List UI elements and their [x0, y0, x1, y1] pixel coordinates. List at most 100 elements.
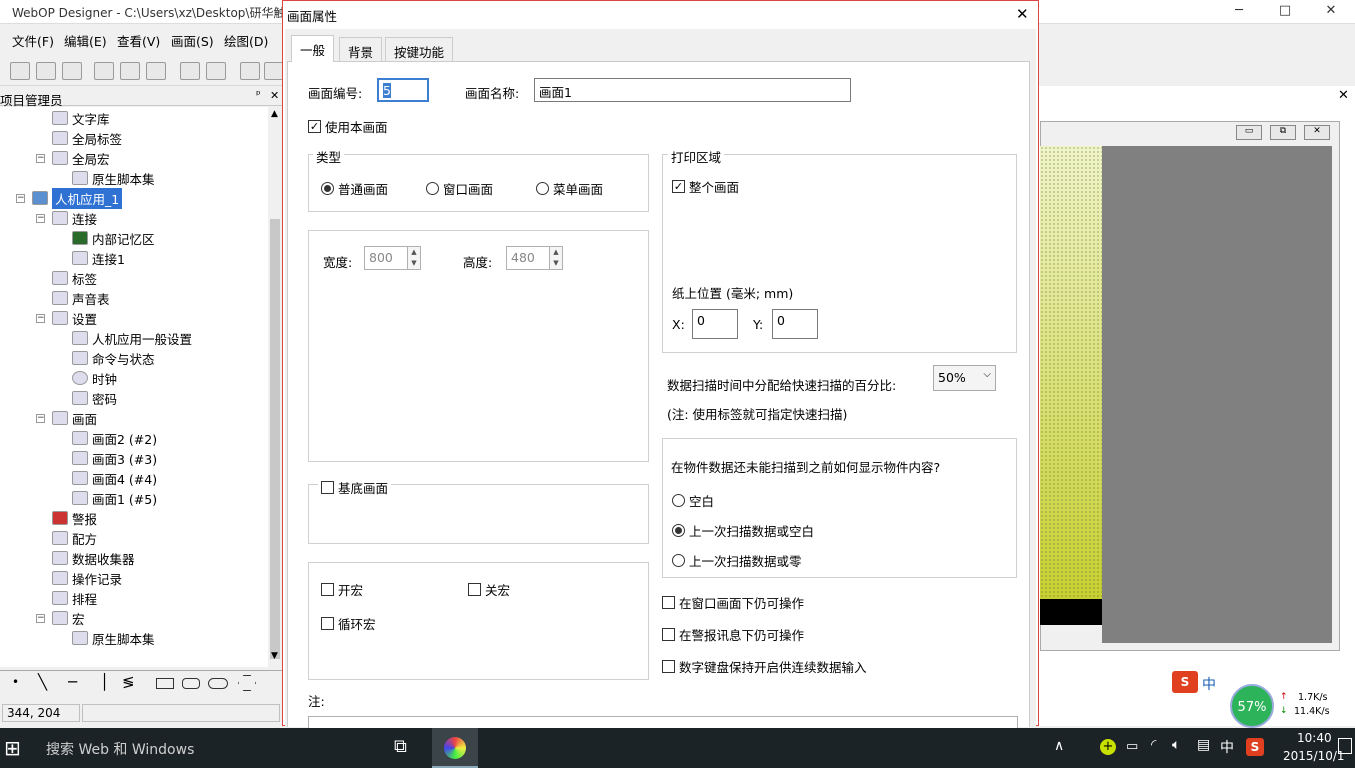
- sogou-ime-icon[interactable]: S: [1172, 671, 1198, 693]
- y-input[interactable]: 0: [772, 309, 818, 339]
- close-button[interactable]: ✕: [1308, 0, 1354, 24]
- ellipse-tool-icon[interactable]: [208, 678, 228, 689]
- design-close-icon[interactable]: ✕: [1338, 88, 1349, 103]
- tree-node[interactable]: 人机应用一般设置: [72, 328, 192, 348]
- cut-icon[interactable]: [94, 62, 114, 80]
- save-icon[interactable]: [62, 62, 82, 80]
- open-macro-checkbox[interactable]: 开宏: [321, 580, 363, 599]
- tree-node[interactable]: 警报: [52, 508, 97, 528]
- menu-view[interactable]: 查看(V): [117, 31, 160, 50]
- collapse-toggle[interactable]: −: [36, 414, 45, 423]
- base-screen-checkbox[interactable]: 基底画面: [318, 478, 392, 497]
- close-macro-checkbox[interactable]: 关宏: [468, 580, 510, 599]
- tree-node[interactable]: 画面1 (#5): [72, 488, 157, 508]
- operate-under-alarm-checkbox[interactable]: 在警报讯息下仍可操作: [662, 625, 804, 644]
- keep-keypad-open-checkbox[interactable]: 数字键盘保持开启供连续数据输入: [662, 657, 867, 676]
- tree-node[interactable]: 画面3 (#3): [72, 448, 157, 468]
- width-spinner[interactable]: ▲ ▼: [407, 246, 421, 270]
- battery-icon[interactable]: ▭: [1126, 739, 1138, 754]
- width-input[interactable]: 800: [364, 246, 408, 270]
- tree-scrollbar[interactable]: ▲ ▼: [268, 107, 282, 667]
- minimize-button[interactable]: ─: [1216, 0, 1262, 24]
- scan-percent-select[interactable]: 50% ⌵: [933, 365, 996, 391]
- menu-file[interactable]: 文件(F): [12, 31, 54, 50]
- rounded-rect-tool-icon[interactable]: [182, 678, 200, 689]
- open-icon[interactable]: [36, 62, 56, 80]
- display-blank-radio[interactable]: 空白: [672, 491, 714, 510]
- collapse-toggle[interactable]: −: [36, 314, 45, 323]
- tree-node[interactable]: 声音表: [52, 288, 110, 308]
- tree-node[interactable]: 数据收集器: [52, 548, 135, 568]
- scroll-thumb[interactable]: [270, 219, 280, 659]
- whole-screen-checkbox[interactable]: ✓ 整个画面: [672, 177, 739, 196]
- panel-close-icon[interactable]: ✕: [270, 89, 279, 102]
- height-input[interactable]: 480: [506, 246, 550, 270]
- volume-icon[interactable]: 🔈︎: [1172, 737, 1180, 753]
- undo-icon[interactable]: [180, 62, 200, 80]
- editor-close-icon[interactable]: ✕: [1304, 125, 1330, 140]
- action-center-icon[interactable]: ▤: [1197, 737, 1210, 753]
- vline-tool-icon[interactable]: │: [100, 673, 109, 691]
- pin-icon[interactable]: ᵖ: [256, 88, 261, 101]
- editor-restore-icon[interactable]: ⧉: [1270, 125, 1296, 140]
- dialog-close-icon[interactable]: ✕: [1016, 5, 1029, 23]
- tree-node[interactable]: 命令与状态: [72, 348, 155, 368]
- tray-expand-icon[interactable]: ∧: [1054, 738, 1064, 754]
- tree-node[interactable]: 画面2 (#2): [72, 428, 157, 448]
- hline-tool-icon[interactable]: ─: [68, 673, 77, 691]
- polygon-tool-icon[interactable]: [238, 675, 256, 691]
- display-last-or-blank-radio[interactable]: 上一次扫描数据或空白: [672, 521, 814, 540]
- tree-node[interactable]: 画面4 (#4): [72, 468, 157, 488]
- menu-screen[interactable]: 画面(S): [171, 31, 214, 50]
- ime-lang-indicator[interactable]: 中: [1202, 674, 1216, 694]
- sogou-tray-icon[interactable]: S: [1246, 738, 1264, 756]
- polyline-tool-icon[interactable]: ≶: [122, 673, 135, 691]
- tree-node[interactable]: 全局宏: [52, 148, 110, 168]
- new-icon[interactable]: [10, 62, 30, 80]
- menu-edit[interactable]: 编辑(E): [64, 31, 107, 50]
- tree-node[interactable]: 全局标签: [52, 128, 122, 148]
- tree-node[interactable]: 画面: [52, 408, 97, 428]
- operate-under-window-checkbox[interactable]: 在窗口画面下仍可操作: [662, 593, 804, 612]
- collapse-toggle[interactable]: −: [36, 614, 45, 623]
- tree-node[interactable]: 密码: [72, 388, 117, 408]
- screen-name-input[interactable]: 画面1: [534, 78, 851, 102]
- collapse-toggle[interactable]: −: [36, 214, 45, 223]
- clock-date[interactable]: 2015/10/1: [1283, 749, 1345, 763]
- dot-tool-icon[interactable]: •: [12, 675, 19, 689]
- tree-node[interactable]: 设置: [52, 308, 97, 328]
- tree-node[interactable]: 原生脚本集: [72, 168, 155, 188]
- x-input[interactable]: 0: [692, 309, 738, 339]
- task-view-icon[interactable]: ⧉: [394, 736, 407, 757]
- tree-node[interactable]: 排程: [52, 588, 97, 608]
- webop-taskbar-button[interactable]: [432, 728, 478, 768]
- add-screen-icon[interactable]: [240, 62, 260, 80]
- tree-node[interactable]: 文字库: [52, 108, 110, 128]
- tab-general[interactable]: 一般: [291, 35, 335, 62]
- redo-icon[interactable]: [206, 62, 226, 80]
- menu-draw[interactable]: 绘图(D): [224, 31, 268, 50]
- tab-keys[interactable]: 按键功能: [385, 37, 454, 61]
- tree-node[interactable]: 标签: [52, 268, 97, 288]
- type-menu-radio[interactable]: 菜单画面: [536, 179, 603, 198]
- use-screen-checkbox[interactable]: ✓ 使用本画面: [308, 117, 388, 136]
- maximize-button[interactable]: □: [1262, 0, 1308, 24]
- height-spinner[interactable]: ▲ ▼: [549, 246, 563, 270]
- tray-plus-icon[interactable]: +: [1100, 739, 1116, 755]
- paste-icon[interactable]: [146, 62, 166, 80]
- loop-macro-checkbox[interactable]: 循环宏: [321, 614, 376, 633]
- tree-node[interactable]: 内部记忆区: [72, 228, 155, 248]
- clock-time[interactable]: 10:40: [1297, 731, 1332, 745]
- show-desktop-icon[interactable]: [1338, 738, 1352, 754]
- taskbar-ime[interactable]: 中: [1220, 737, 1234, 757]
- tree-node[interactable]: 连接: [52, 208, 97, 228]
- rect-tool-icon[interactable]: [156, 678, 174, 689]
- line-tool-icon[interactable]: ╲: [38, 673, 47, 691]
- tree-node[interactable]: 操作记录: [52, 568, 122, 588]
- collapse-toggle[interactable]: −: [16, 194, 25, 203]
- editor-minimize-icon[interactable]: ▭: [1236, 125, 1262, 140]
- tree-node[interactable]: 连接1: [72, 248, 125, 268]
- type-window-radio[interactable]: 窗口画面: [426, 179, 493, 198]
- screen-no-input[interactable]: 5: [377, 78, 429, 102]
- tree-node[interactable]: 人机应用_1: [32, 187, 123, 209]
